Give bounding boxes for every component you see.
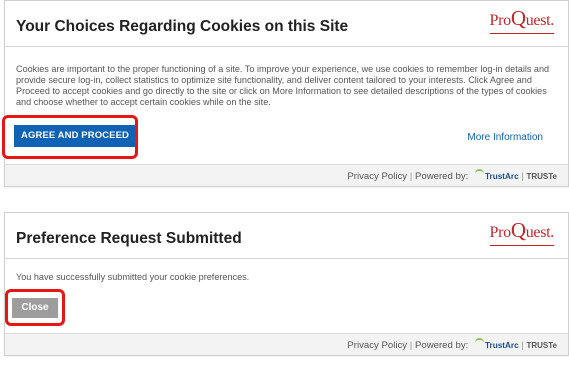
cookie-description: Cookies are important to the proper func… xyxy=(16,64,550,107)
footer-separator: | xyxy=(409,340,413,351)
logo-text-big: Q xyxy=(510,6,526,30)
trustarc-arc-icon xyxy=(474,338,484,346)
logo-text-prefix: Pro xyxy=(489,224,512,241)
proquest-logo: ProQuest. xyxy=(489,6,554,34)
privacy-policy-link[interactable]: Privacy Policy xyxy=(347,340,407,351)
close-button[interactable]: Close xyxy=(12,298,58,318)
truste-link[interactable]: TRUSTe xyxy=(526,172,557,181)
preference-submitted-dialog: Preference Request Submitted ProQuest. Y… xyxy=(4,212,569,356)
trustarc-logo-icon[interactable]: TrustArc xyxy=(474,169,519,181)
trustarc-label: TrustArc xyxy=(484,341,519,350)
powered-by-text: Powered by: xyxy=(414,171,469,182)
trustarc-logo-icon[interactable]: TrustArc xyxy=(474,338,519,350)
cookie-consent-dialog: Your Choices Regarding Cookies on this S… xyxy=(4,0,569,187)
logo-text-dot: . xyxy=(550,224,554,241)
powered-by-text: Powered by: xyxy=(414,340,469,351)
footer-links: Privacy Policy | Powered by: TrustArc | … xyxy=(347,169,557,182)
trustarc-label: TrustArc xyxy=(484,172,519,181)
proquest-logo: ProQuest. xyxy=(489,218,554,246)
logo-text-prefix: Pro xyxy=(489,12,512,29)
footer-separator-2: | xyxy=(521,171,524,182)
more-information-link[interactable]: More Information xyxy=(467,132,543,143)
dialog-header: Your Choices Regarding Cookies on this S… xyxy=(5,1,568,47)
truste-link[interactable]: TRUSTe xyxy=(526,341,557,350)
trustarc-arc-icon xyxy=(474,169,484,177)
dialog-footer: Privacy Policy | Powered by: TrustArc | … xyxy=(5,164,568,186)
dialog-title: Preference Request Submitted xyxy=(16,230,242,247)
footer-separator-2: | xyxy=(521,340,524,351)
dialog-footer: Privacy Policy | Powered by: TrustArc | … xyxy=(5,333,568,355)
privacy-policy-link[interactable]: Privacy Policy xyxy=(347,171,407,182)
dialog-header: Preference Request Submitted ProQuest. xyxy=(5,213,568,259)
footer-separator: | xyxy=(409,171,413,182)
footer-links: Privacy Policy | Powered by: TrustArc | … xyxy=(347,338,557,351)
logo-text-dot: . xyxy=(550,12,554,29)
agree-and-proceed-button[interactable]: AGREE AND PROCEED xyxy=(14,125,136,147)
logo-text-big: Q xyxy=(510,218,526,242)
logo-text-suffix: uest xyxy=(525,12,551,29)
submitted-message: You have successfully submitted your coo… xyxy=(16,272,250,282)
dialog-title: Your Choices Regarding Cookies on this S… xyxy=(16,18,349,35)
logo-text-suffix: uest xyxy=(525,224,551,241)
